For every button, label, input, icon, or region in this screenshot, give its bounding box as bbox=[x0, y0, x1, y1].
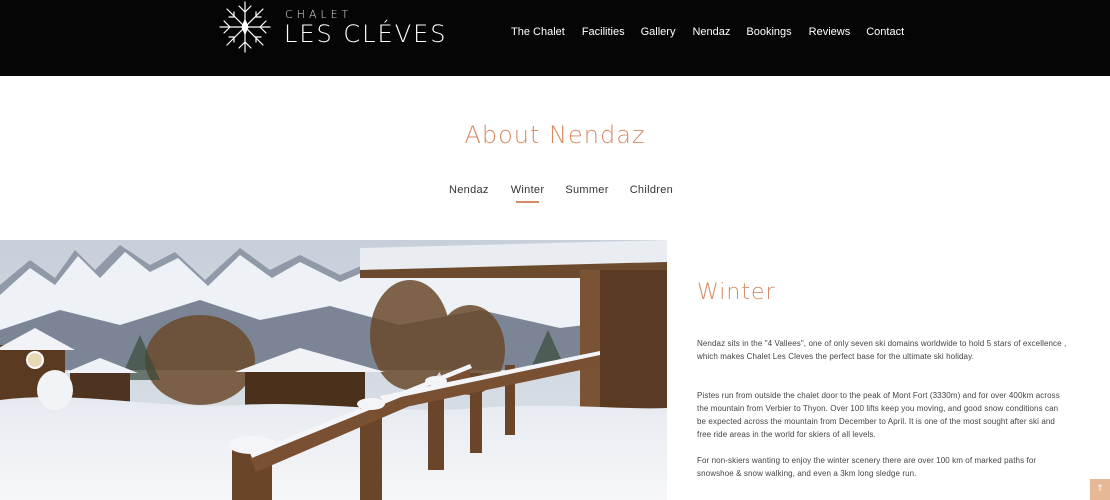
active-tab-indicator bbox=[515, 201, 540, 203]
nav-bookings[interactable]: Bookings bbox=[746, 26, 791, 38]
content-paragraph-1: Nendaz sits in the "4 Vallees", one of o… bbox=[697, 339, 1067, 361]
nav-nendaz[interactable]: Nendaz bbox=[692, 26, 730, 38]
tab-nendaz[interactable]: Nendaz bbox=[449, 184, 489, 196]
content-paragraph-2: Pistes run from outside the chalet door … bbox=[697, 391, 1060, 439]
tab-summer[interactable]: Summer bbox=[565, 184, 608, 196]
content-title: Winter bbox=[697, 280, 776, 305]
tab-winter-label: Winter bbox=[510, 184, 545, 196]
tab-children[interactable]: Children bbox=[630, 184, 673, 196]
main-nav: The Chalet Facilities Gallery Nendaz Boo… bbox=[511, 26, 904, 38]
arrow-up-icon: ↑ bbox=[1096, 484, 1104, 494]
nav-contact[interactable]: Contact bbox=[866, 26, 904, 38]
site-header: CHALET LES CLÉVES The Chalet Facilities … bbox=[0, 0, 1110, 76]
section-tabs: Nendaz Winter Summer Children bbox=[449, 184, 673, 203]
snowflake-icon bbox=[219, 1, 271, 53]
brand-name: LES CLÉVES bbox=[284, 20, 448, 48]
nav-facilities[interactable]: Facilities bbox=[582, 26, 625, 38]
nav-reviews[interactable]: Reviews bbox=[809, 26, 851, 38]
content-paragraph-3: For non-skiers wanting to enjoy the wint… bbox=[697, 456, 1037, 478]
nav-the-chalet[interactable]: The Chalet bbox=[511, 26, 565, 38]
nav-gallery[interactable]: Gallery bbox=[641, 26, 676, 38]
winter-photo bbox=[0, 240, 667, 500]
tab-winter[interactable]: Winter bbox=[510, 184, 545, 203]
page-title: About Nendaz bbox=[464, 121, 646, 149]
scroll-to-top-button[interactable]: ↑ bbox=[1090, 479, 1110, 500]
